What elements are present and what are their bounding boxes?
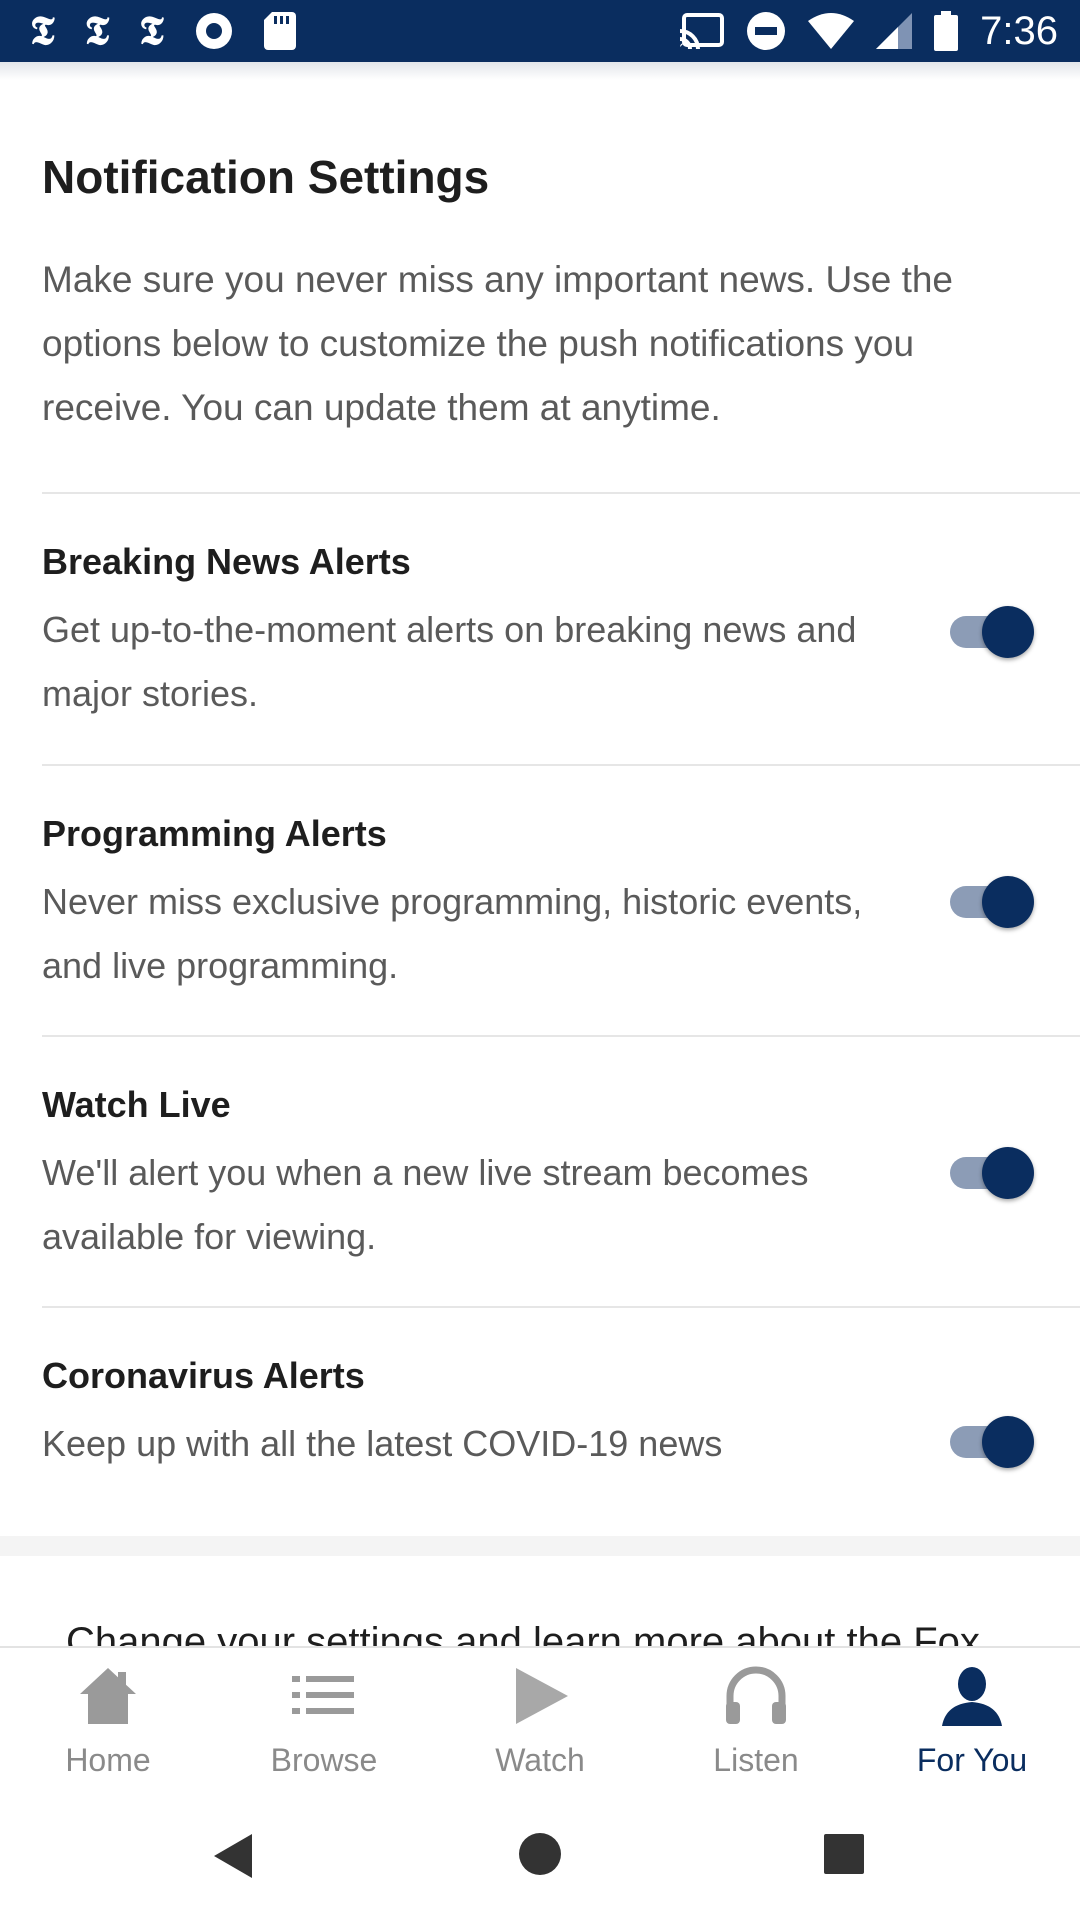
person-icon [942,1667,1002,1726]
home-button-icon[interactable] [518,1832,562,1876]
nyt-logo-icon: 𝕿 [30,7,55,54]
system-nav-bar [0,1778,1080,1920]
toggle-thumb [982,606,1034,658]
nyt-logo-icon: 𝕿 [84,7,110,54]
toggle-thumb [982,1147,1034,1199]
toggle-thumb [982,876,1034,928]
nav-listen[interactable]: Listen [648,1648,864,1780]
watch-live-toggle[interactable] [946,1145,1036,1201]
setting-title: Programming Alerts [42,813,387,854]
do-not-disturb-icon [746,11,786,51]
toolbar-shadow [0,62,1080,80]
nav-watch[interactable]: Watch [432,1648,648,1780]
setting-programming: Programming Alerts Never miss exclusive … [42,812,1042,1012]
play-icon [516,1668,568,1724]
status-bar: 𝕿 𝕿 𝕿 7:36 [0,0,1080,62]
list-icon [292,1676,354,1714]
section-separator [0,1536,1080,1556]
nav-home[interactable]: Home [0,1648,216,1780]
nav-label: Home [65,1742,151,1778]
nav-label: Browse [270,1742,378,1778]
divider [42,492,1080,494]
setting-title: Watch Live [42,1084,231,1125]
record-icon [194,11,234,51]
setting-watch-live: Watch Live We'll alert you when a new li… [42,1083,1042,1283]
setting-title: Breaking News Alerts [42,541,411,582]
coronavirus-alerts-toggle[interactable] [946,1414,1036,1470]
divider [42,764,1080,766]
footer-text: Change your settings and learn more abou… [66,1620,980,1648]
programming-alerts-toggle[interactable] [946,874,1036,930]
recents-icon[interactable] [824,1834,864,1874]
divider [42,1035,1080,1037]
breaking-news-toggle[interactable] [946,604,1036,660]
back-icon[interactable] [212,1832,256,1880]
intro-text: Make sure you never miss any important n… [42,259,953,428]
home-icon [80,1668,136,1724]
toggle-thumb [982,1416,1034,1468]
setting-title: Coronavirus Alerts [42,1355,365,1396]
bottom-nav: Home Browse Watch Listen For You [0,1646,1080,1780]
nav-label: Watch [495,1742,585,1778]
setting-coronavirus: Coronavirus Alerts Keep up with all the … [42,1354,1042,1554]
setting-description: We'll alert you when a new live stream b… [42,1152,809,1257]
cast-icon [680,13,725,49]
wifi-icon [808,13,855,49]
setting-breaking-news: Breaking News Alerts Get up-to-the-momen… [42,540,1042,740]
setting-description: Keep up with all the latest COVID-19 new… [42,1423,723,1464]
setting-description: Never miss exclusive programming, histor… [42,881,863,986]
page-title: Notification Settings [42,151,490,203]
nyt-logo-icon: 𝕿 [139,7,164,54]
footer-section: Change your settings and learn more abou… [0,1556,1080,1648]
nav-label: For You [916,1742,1028,1778]
setting-description: Get up-to-the-moment alerts on breaking … [42,609,857,714]
status-clock: 7:36 [980,8,1058,53]
headphones-icon [726,1666,786,1724]
divider [42,1306,1080,1308]
nav-label: Listen [713,1742,799,1778]
signal-icon [876,13,913,49]
nav-browse[interactable]: Browse [216,1648,432,1780]
nav-for-you[interactable]: For You [864,1648,1080,1780]
battery-icon [934,11,959,51]
sd-card-icon [263,12,296,50]
